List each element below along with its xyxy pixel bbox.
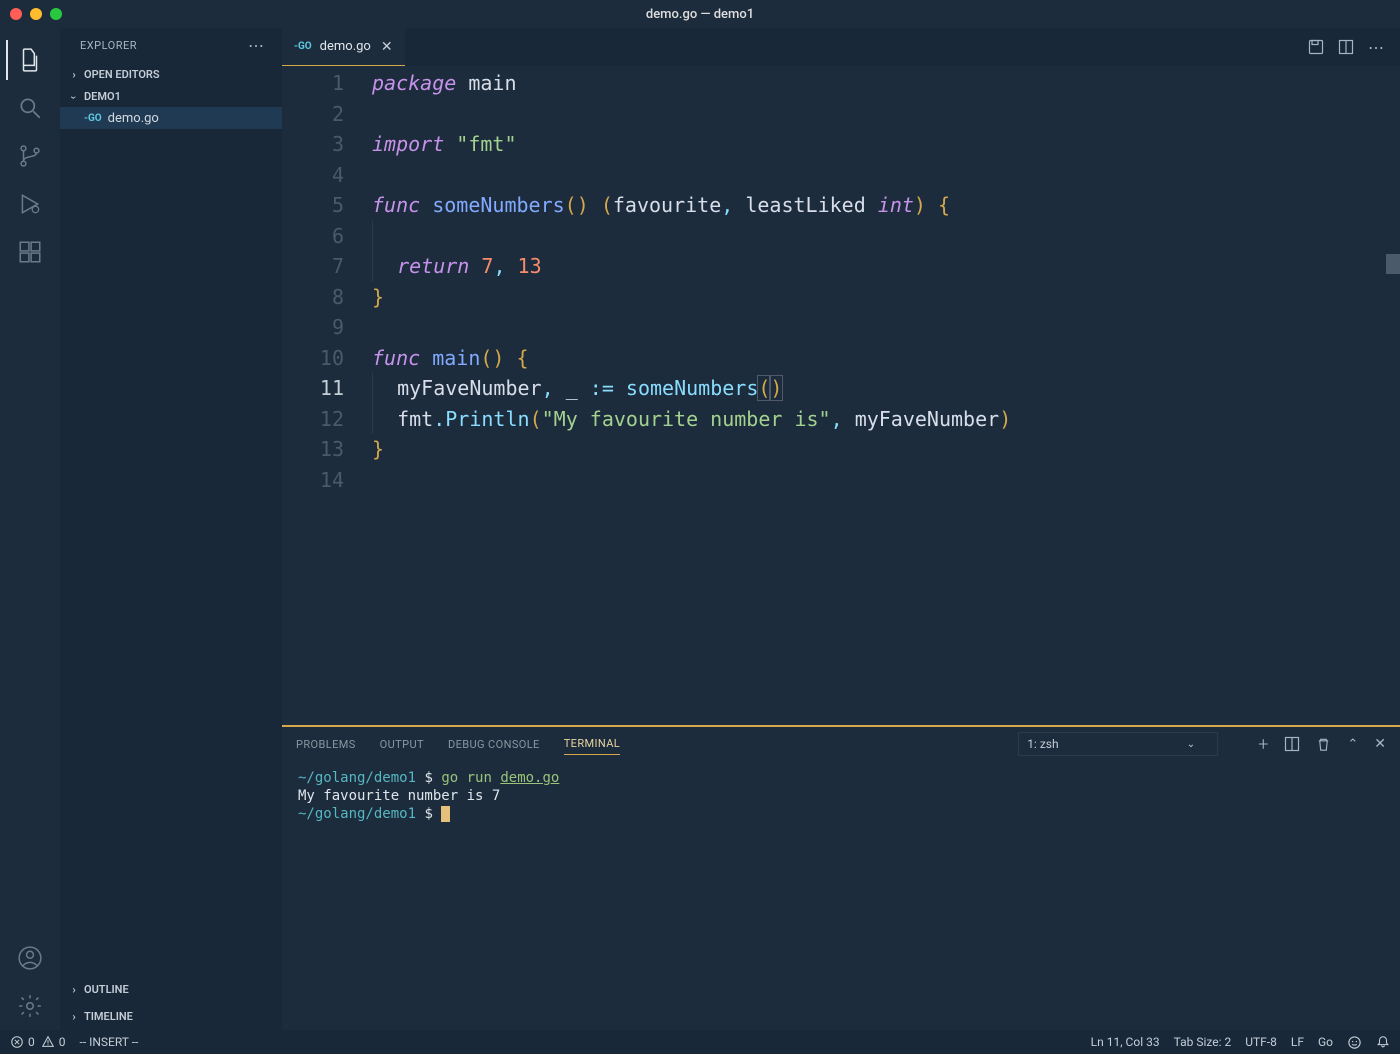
section-outline[interactable]: › OUTLINE xyxy=(60,976,282,1003)
save-icon[interactable] xyxy=(1308,39,1324,55)
files-icon xyxy=(17,47,43,73)
activity-run-debug[interactable] xyxy=(6,180,54,228)
status-errors[interactable]: 0 xyxy=(10,1035,35,1049)
terminal-selector-label: 1: zsh xyxy=(1027,737,1058,751)
activity-bar xyxy=(0,28,60,1030)
sidebar-title: EXPLORER xyxy=(80,39,137,52)
panel-tabs: PROBLEMS OUTPUT DEBUG CONSOLE TERMINAL 1… xyxy=(282,727,1400,761)
chevron-right-icon: › xyxy=(66,1010,82,1023)
code-content[interactable]: package main import "fmt" func someNumbe… xyxy=(372,66,1400,725)
terminal-line: ~/golang/demo1 $ xyxy=(298,805,1384,823)
tab-demo-go[interactable]: -GO demo.go ✕ xyxy=(282,28,405,66)
activity-accounts[interactable] xyxy=(6,934,54,982)
panel-tab-output[interactable]: OUTPUT xyxy=(380,734,424,755)
line-number-gutter: 1234567891011121314 xyxy=(282,66,372,725)
close-window-button[interactable] xyxy=(10,8,22,20)
error-icon xyxy=(10,1035,24,1049)
editor-tabs: -GO demo.go ✕ ⋯ xyxy=(282,28,1400,66)
status-encoding[interactable]: UTF-8 xyxy=(1245,1035,1277,1049)
terminal-line: ~/golang/demo1 $ go run demo.go xyxy=(298,769,1384,787)
section-open-editors[interactable]: › OPEN EDITORS xyxy=(60,63,282,85)
chevron-right-icon: › xyxy=(66,68,82,81)
editor-actions: ⋯ xyxy=(1294,28,1400,66)
panel-tab-debug-console[interactable]: DEBUG CONSOLE xyxy=(448,734,540,755)
more-icon[interactable]: ⋯ xyxy=(1368,38,1386,57)
chevron-down-icon: › xyxy=(68,89,81,105)
status-eol[interactable]: LF xyxy=(1291,1035,1304,1049)
close-icon[interactable]: ✕ xyxy=(379,37,395,57)
section-outline-label: OUTLINE xyxy=(84,983,129,996)
activity-extensions[interactable] xyxy=(6,228,54,276)
status-line-col[interactable]: Ln 11, Col 33 xyxy=(1091,1035,1160,1049)
status-vim-mode: -- INSERT -- xyxy=(80,1035,139,1049)
account-icon xyxy=(17,945,43,971)
section-open-editors-label: OPEN EDITORS xyxy=(84,68,160,81)
maximize-panel-icon[interactable]: ⌃ xyxy=(1347,737,1358,752)
chevron-right-icon: › xyxy=(66,983,82,996)
activity-search[interactable] xyxy=(6,84,54,132)
section-folder[interactable]: › DEMO1 xyxy=(60,85,282,107)
file-item-label: demo.go xyxy=(108,111,159,126)
terminal-line: My favourite number is 7 xyxy=(298,787,1384,805)
terminal-body[interactable]: ~/golang/demo1 $ go run demo.go My favou… xyxy=(282,761,1400,1030)
status-tab-size[interactable]: Tab Size: 2 xyxy=(1174,1035,1232,1049)
bottom-panel: PROBLEMS OUTPUT DEBUG CONSOLE TERMINAL 1… xyxy=(282,725,1400,1030)
status-language[interactable]: Go xyxy=(1318,1035,1333,1049)
section-timeline[interactable]: › TIMELINE xyxy=(60,1003,282,1030)
editor-area: -GO demo.go ✕ ⋯ 1234567891011121314 pack… xyxy=(282,28,1400,1030)
section-timeline-label: TIMELINE xyxy=(84,1010,133,1023)
split-terminal-icon[interactable] xyxy=(1284,736,1300,752)
panel-tab-terminal[interactable]: TERMINAL xyxy=(564,733,620,755)
code-editor[interactable]: 1234567891011121314 package main import … xyxy=(282,66,1400,725)
section-folder-label: DEMO1 xyxy=(84,90,121,103)
terminal-cursor xyxy=(441,806,450,822)
go-file-icon: -GO xyxy=(84,113,102,124)
extensions-icon xyxy=(17,239,43,265)
play-bug-icon xyxy=(17,191,43,217)
activity-source-control[interactable] xyxy=(6,132,54,180)
status-bar: 0 0 -- INSERT -- Ln 11, Col 33 Tab Size:… xyxy=(0,1030,1400,1054)
traffic-lights xyxy=(10,8,62,20)
branch-icon xyxy=(17,143,43,169)
gear-icon xyxy=(17,993,43,1019)
terminal-selector[interactable]: 1: zsh ⌄ xyxy=(1018,732,1218,756)
activity-settings[interactable] xyxy=(6,982,54,1030)
tab-label: demo.go xyxy=(320,39,371,54)
status-warnings[interactable]: 0 xyxy=(41,1035,66,1049)
sidebar-more-icon[interactable]: ⋯ xyxy=(248,36,266,55)
search-icon xyxy=(17,95,43,121)
feedback-icon xyxy=(1347,1035,1362,1050)
status-notifications[interactable] xyxy=(1376,1035,1390,1049)
sidebar-header: EXPLORER ⋯ xyxy=(60,28,282,63)
file-item-demo-go[interactable]: -GO demo.go xyxy=(60,107,282,129)
titlebar: demo.go — demo1 xyxy=(0,0,1400,28)
close-panel-icon[interactable]: ✕ xyxy=(1374,736,1386,752)
chevron-down-icon: ⌄ xyxy=(1187,739,1195,750)
maximize-window-button[interactable] xyxy=(50,8,62,20)
go-file-icon: -GO xyxy=(294,41,312,52)
scrollbar-thumb[interactable] xyxy=(1386,254,1400,274)
window-title: demo.go — demo1 xyxy=(62,7,1338,22)
trash-icon[interactable] xyxy=(1316,737,1331,752)
status-feedback[interactable] xyxy=(1347,1035,1362,1050)
minimize-window-button[interactable] xyxy=(30,8,42,20)
bell-icon xyxy=(1376,1035,1390,1049)
sidebar: EXPLORER ⋯ › OPEN EDITORS › DEMO1 -GO de… xyxy=(60,28,282,1030)
activity-explorer[interactable] xyxy=(6,36,54,84)
warning-icon xyxy=(41,1035,55,1049)
panel-tab-problems[interactable]: PROBLEMS xyxy=(296,734,356,755)
new-terminal-icon[interactable]: + xyxy=(1258,734,1268,755)
split-editor-icon[interactable] xyxy=(1338,39,1354,55)
